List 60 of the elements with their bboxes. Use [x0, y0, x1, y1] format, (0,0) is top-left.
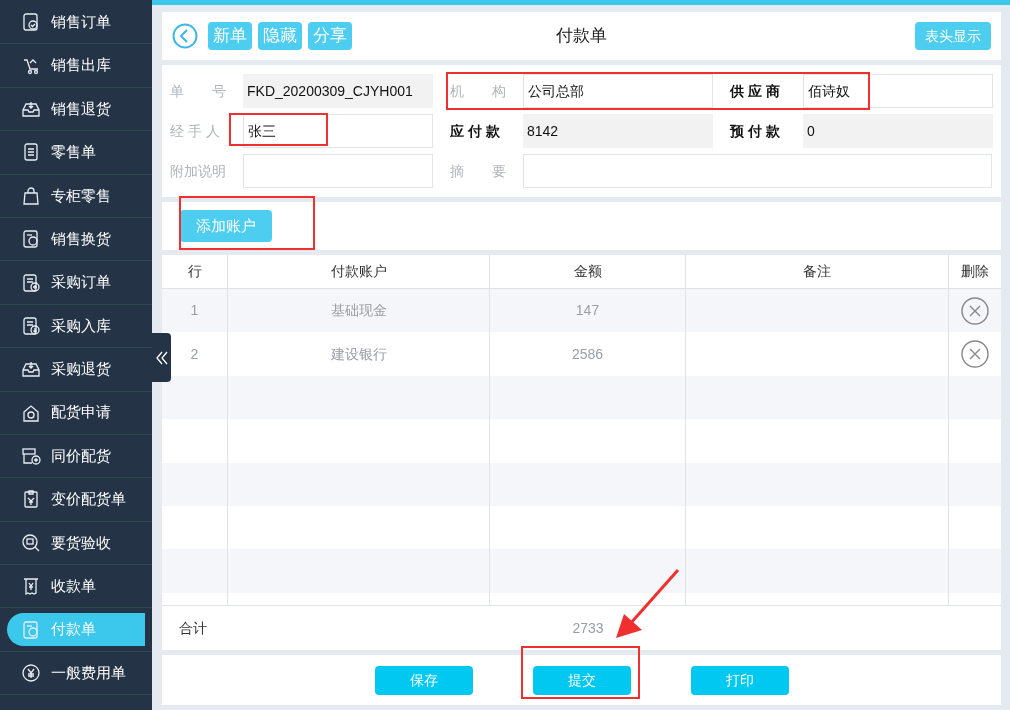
field-label: 供 应 商 [730, 81, 781, 101]
table-cell: 建设银行 [228, 332, 490, 376]
tray-icon [21, 359, 41, 380]
bag-icon [21, 185, 41, 206]
sidebar-item[interactable]: 销售订单 [7, 5, 145, 39]
field-label: 预 付 款 [730, 121, 781, 141]
sidebar-item[interactable]: 销售换货 [7, 222, 145, 256]
input-field[interactable]: FKD_20200309_CJYH001 [243, 74, 433, 108]
column-header: 金额 [490, 255, 686, 288]
sidebar-item[interactable]: 采购订单 [7, 266, 145, 300]
field-label: 附加说明 [170, 161, 227, 181]
sidebar-item[interactable]: 一般费用单 [7, 656, 145, 690]
delete-icon[interactable] [960, 296, 989, 325]
total-value: 2733 [571, 618, 605, 638]
table-cell: 2586 [490, 332, 686, 376]
column-header: 删除 [959, 262, 990, 281]
sidebar-item[interactable]: 收款单 [7, 569, 145, 603]
field-label: 单 号 [170, 81, 227, 101]
sidebar-item[interactable]: 配货申请 [7, 396, 145, 430]
sidebar-item[interactable]: 销售出库 [7, 49, 145, 83]
sidebar-item[interactable]: 采购退货 [7, 352, 145, 386]
field-label: 摘 要 [450, 161, 507, 181]
sidebar-item[interactable]: 变价配货单 [7, 483, 145, 516]
receipt-icon [21, 576, 41, 597]
double-chevron-icon [155, 350, 168, 365]
sidebar-item[interactable]: 采购入库 [7, 309, 145, 343]
collapse-button[interactable] [152, 333, 171, 382]
back-icon[interactable] [172, 23, 198, 49]
sidebar-item[interactable]: 零售单 [7, 135, 145, 169]
doc-plus-icon [21, 272, 41, 293]
column-header: 备注 [686, 255, 949, 288]
doc-coin-icon [21, 619, 41, 640]
column-header: 付款账户 [228, 255, 490, 288]
field-label: 机 构 [450, 81, 507, 101]
sidebar-item[interactable]: 同价配货 [7, 439, 145, 473]
input-field[interactable]: 公司总部 [523, 74, 713, 108]
clipboard-icon [21, 489, 41, 510]
input-field[interactable] [243, 154, 433, 188]
column-header: 行 [162, 255, 228, 288]
field-label: 应 付 款 [450, 121, 501, 141]
input-field[interactable]: 张三 [243, 114, 433, 148]
total-label: 合计 [178, 618, 208, 638]
doc-coin-icon [21, 229, 41, 250]
sidebar-item[interactable]: 要货验收 [7, 526, 145, 560]
sidebar-item[interactable]: 销售退货 [7, 92, 145, 126]
doc-check-icon [21, 12, 41, 33]
search-box-icon [21, 532, 41, 553]
list-icon [21, 142, 41, 163]
doc-down-icon [21, 315, 41, 336]
sidebar-item[interactable]: 专柜零售 [7, 179, 145, 213]
input-field[interactable]: 0 [803, 114, 993, 148]
input-field[interactable] [523, 154, 992, 188]
shop-icon [21, 446, 41, 467]
field-label: 经 手 人 [170, 121, 221, 141]
delete-icon[interactable] [960, 340, 989, 369]
yen-icon [21, 663, 41, 684]
input-field[interactable]: 佰诗奴 [803, 74, 993, 108]
annotation-arrow [614, 568, 680, 640]
page-title: 付款单 [556, 25, 607, 48]
input-field[interactable]: 8142 [523, 114, 713, 148]
